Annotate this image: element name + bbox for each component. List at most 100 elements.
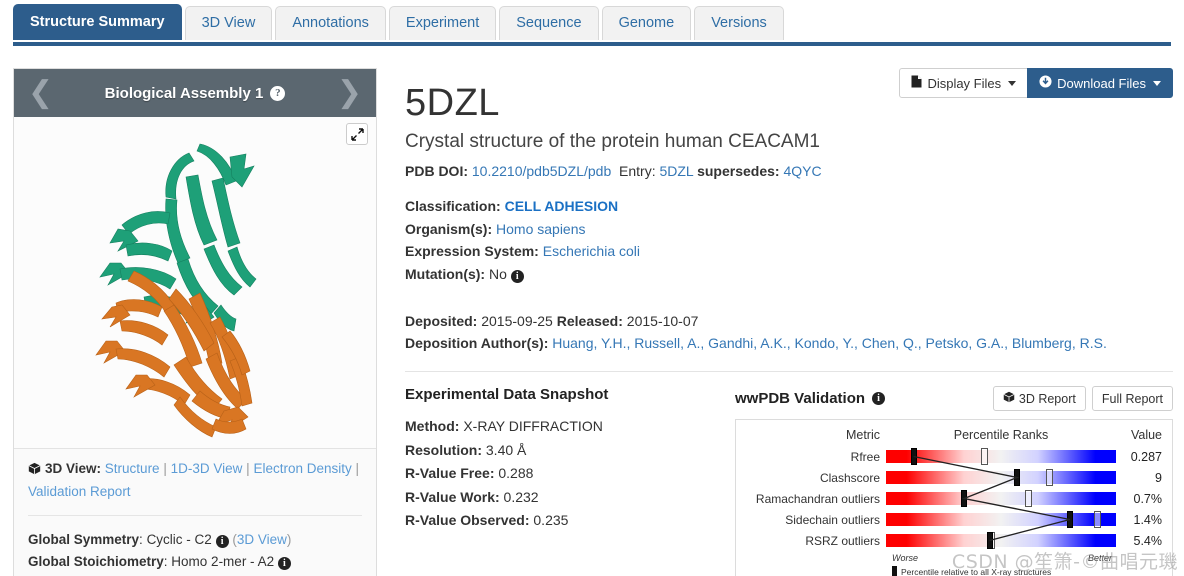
display-files-button[interactable]: Display Files xyxy=(899,68,1028,98)
released-value: 2015-10-07 xyxy=(627,313,699,329)
global-symmetry-label: Global Symmetry xyxy=(28,532,139,547)
chart-row-metric: RSRZ outliers xyxy=(746,534,886,548)
experimental-heading: Experimental Data Snapshot xyxy=(405,386,735,403)
experimental-row-value: 0.232 xyxy=(504,489,539,505)
full-report-button[interactable]: Full Report xyxy=(1092,386,1173,411)
expression-label: Expression System: xyxy=(405,243,539,259)
deposited-label: Deposited: xyxy=(405,313,477,329)
marker-all-structures xyxy=(987,532,993,549)
info-icon[interactable]: i xyxy=(216,535,229,548)
info-icon[interactable]: i xyxy=(872,392,885,405)
chart-row: Rfree 0.287 xyxy=(746,446,1162,467)
wwpdb-validation-section: wwPDB Validation i 3D Report xyxy=(735,386,1173,576)
supersedes-label: supersedes: xyxy=(697,163,779,179)
link-separator-1: | xyxy=(163,461,167,476)
link-structure[interactable]: Structure xyxy=(105,461,160,476)
structure-viewer[interactable] xyxy=(14,117,376,449)
authors-value[interactable]: Huang, Y.H., Russell, A., Gandhi, A.K., … xyxy=(552,335,1107,351)
full-report-label: Full Report xyxy=(1102,392,1163,406)
marker-similar-resolution xyxy=(1046,469,1053,486)
help-icon[interactable]: ? xyxy=(270,86,285,101)
link-electron-density[interactable]: Electron Density xyxy=(253,461,351,476)
marker-all-structures xyxy=(961,490,967,507)
chart-row-metric: Clashscore xyxy=(746,471,886,485)
link-1d-3d-view[interactable]: 1D-3D View xyxy=(171,461,243,476)
experimental-row-label: Method: xyxy=(405,418,459,434)
content-divider xyxy=(405,371,1173,372)
classification-row: Classification: CELL ADHESION xyxy=(405,195,1173,218)
legend-label-all: Percentile relative to all X-ray structu… xyxy=(901,567,1051,576)
tab-3d-view[interactable]: 3D View xyxy=(185,6,273,40)
released-label: Released: xyxy=(557,313,623,329)
tab-versions[interactable]: Versions xyxy=(694,6,784,40)
link-validation-report[interactable]: Validation Report xyxy=(28,484,131,499)
cube-icon xyxy=(1003,391,1015,406)
chart-row-value: 1.4% xyxy=(1116,513,1162,527)
tab-sequence[interactable]: Sequence xyxy=(499,6,598,40)
colon-1: : xyxy=(139,532,147,547)
experimental-row-value: 3.40 Å xyxy=(486,442,526,458)
expression-row: Expression System: Escherichia coli xyxy=(405,240,1173,263)
experimental-row-label: R-Value Free: xyxy=(405,465,494,481)
chart-row-track xyxy=(886,513,1116,526)
entry-subtitle: Crystal structure of the protein human C… xyxy=(405,131,1173,153)
mutation-label: Mutation(s): xyxy=(405,266,485,282)
legend-item-all: Percentile relative to all X-ray structu… xyxy=(746,566,1162,576)
deposited-value: 2015-09-25 xyxy=(481,313,553,329)
global-stoichiometry-row: Global Stoichiometry: Homo 2-mer - A2 i xyxy=(28,551,362,573)
experimental-row: R-Value Free: 0.288 xyxy=(405,462,735,486)
entry-main-content: Display Files Download Files 5DZL Crysta… xyxy=(405,60,1173,576)
assembly-header: ❮ Biological Assembly 1 ? ❯ xyxy=(14,69,376,117)
viewer-links: 3D View: Structure | 1D-3D View | Electr… xyxy=(14,449,376,511)
download-files-button[interactable]: Download Files xyxy=(1027,68,1173,98)
chevron-down-icon xyxy=(1153,81,1161,86)
percentile-gradient-bar xyxy=(886,534,1116,547)
tab-genome[interactable]: Genome xyxy=(602,6,692,40)
percentile-gradient-bar xyxy=(886,471,1116,484)
marker-similar-resolution xyxy=(1025,490,1032,507)
chart-row-track xyxy=(886,534,1116,547)
global-stoichiometry-label: Global Stoichiometry xyxy=(28,554,164,569)
classification-value[interactable]: CELL ADHESION xyxy=(505,198,619,214)
expand-arrows-icon[interactable] xyxy=(346,123,368,145)
3d-report-label: 3D Report xyxy=(1019,392,1076,406)
marker-similar-resolution xyxy=(981,448,988,465)
file-icon xyxy=(911,75,922,91)
main-tab-bar: Structure Summary3D ViewAnnotationsExper… xyxy=(0,6,1184,44)
chart-col-metric: Metric xyxy=(746,428,886,446)
chart-row-value: 0.287 xyxy=(1116,450,1162,464)
chart-row-track xyxy=(886,450,1116,463)
chevron-right-icon[interactable]: ❯ xyxy=(337,78,362,108)
experimental-row: R-Value Observed: 0.235 xyxy=(405,509,735,533)
chart-footer: Worse Better Percentile relative to all … xyxy=(746,553,1162,576)
tab-structure-summary[interactable]: Structure Summary xyxy=(13,4,182,40)
entry-id-link[interactable]: 5DZL xyxy=(659,163,693,179)
entry-label: Entry: xyxy=(619,163,656,179)
3d-report-button[interactable]: 3D Report xyxy=(993,386,1086,411)
mutation-value: No xyxy=(489,266,507,282)
marker-all-structures xyxy=(1014,469,1020,486)
link-symmetry-3dview[interactable]: 3D View xyxy=(237,532,287,547)
marker-all-structures xyxy=(1067,511,1073,528)
chart-row-value: 5.4% xyxy=(1116,534,1162,548)
tab-experiment[interactable]: Experiment xyxy=(389,6,496,40)
supersedes-link[interactable]: 4QYC xyxy=(783,163,821,179)
global-symmetry-value: Cyclic - C2 xyxy=(147,532,212,547)
expression-value[interactable]: Escherichia coli xyxy=(543,243,640,259)
doi-link[interactable]: 10.2210/pdb5DZL/pdb xyxy=(472,163,611,179)
doi-label: PDB DOI: xyxy=(405,163,468,179)
info-icon[interactable]: i xyxy=(278,557,291,570)
chart-row-metric: Rfree xyxy=(746,450,886,464)
tab-annotations[interactable]: Annotations xyxy=(275,6,386,40)
download-circle-icon xyxy=(1039,75,1052,91)
axis-label-better: Better xyxy=(1088,553,1162,563)
sidebar-divider-1 xyxy=(28,515,362,516)
tab-underline-rule xyxy=(13,42,1171,46)
organism-value[interactable]: Homo sapiens xyxy=(496,221,586,237)
link-separator-3: | xyxy=(356,461,360,476)
experimental-row-label: R-Value Work: xyxy=(405,489,500,505)
snapshot-validation-columns: Experimental Data Snapshot Method: X-RAY… xyxy=(405,386,1173,576)
chevron-left-icon[interactable]: ❮ xyxy=(28,78,53,108)
biological-assembly-panel: ❮ Biological Assembly 1 ? ❯ xyxy=(13,68,377,576)
info-icon[interactable]: i xyxy=(511,270,524,283)
